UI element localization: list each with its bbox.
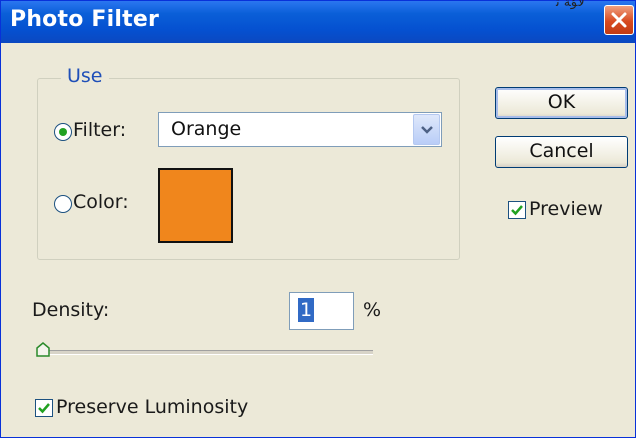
density-input[interactable]: 1	[289, 292, 354, 330]
checkmark-icon	[511, 205, 523, 216]
filter-radio[interactable]	[54, 123, 72, 141]
window-title: Photo Filter	[10, 7, 159, 32]
preserve-luminosity-checkbox[interactable]	[35, 399, 53, 417]
preview-checkbox[interactable]	[508, 201, 526, 219]
radio-selected-dot	[59, 128, 67, 136]
ok-button[interactable]: OK	[495, 87, 628, 119]
filter-selected-value: Orange	[171, 118, 242, 140]
density-slider-thumb[interactable]	[35, 342, 51, 358]
filter-select[interactable]: Orange	[158, 112, 442, 147]
close-icon	[611, 12, 627, 28]
use-group-legend: Use	[61, 65, 109, 87]
chevron-down-icon	[421, 126, 433, 134]
checkmark-icon	[38, 403, 50, 414]
filter-label: Filter:	[73, 119, 127, 141]
preview-label: Preview	[529, 198, 603, 220]
color-label: Color:	[73, 191, 129, 213]
dialog-content: Use Filter: Orange Color: OK Cancel Prev…	[1, 43, 635, 437]
cancel-button[interactable]: Cancel	[495, 136, 628, 168]
close-button[interactable]	[604, 5, 634, 35]
density-slider-track[interactable]	[39, 350, 373, 355]
color-swatch[interactable]	[158, 168, 233, 243]
background-clipped-text: ﻷﺆﺔ ﺗ	[556, 0, 585, 10]
density-value: 1	[298, 298, 315, 322]
density-label: Density:	[32, 299, 110, 321]
color-radio[interactable]	[54, 195, 72, 213]
filter-dropdown-button[interactable]	[413, 114, 440, 145]
density-unit: %	[363, 299, 382, 321]
use-groupbox	[37, 78, 460, 260]
preserve-luminosity-label: Preserve Luminosity	[56, 396, 249, 418]
title-bar[interactable]: Photo Filter ﻷﺆﺔ ﺗ	[1, 0, 635, 43]
photo-filter-dialog: Photo Filter ﻷﺆﺔ ﺗ Use Filter: Orange Co…	[0, 0, 636, 438]
